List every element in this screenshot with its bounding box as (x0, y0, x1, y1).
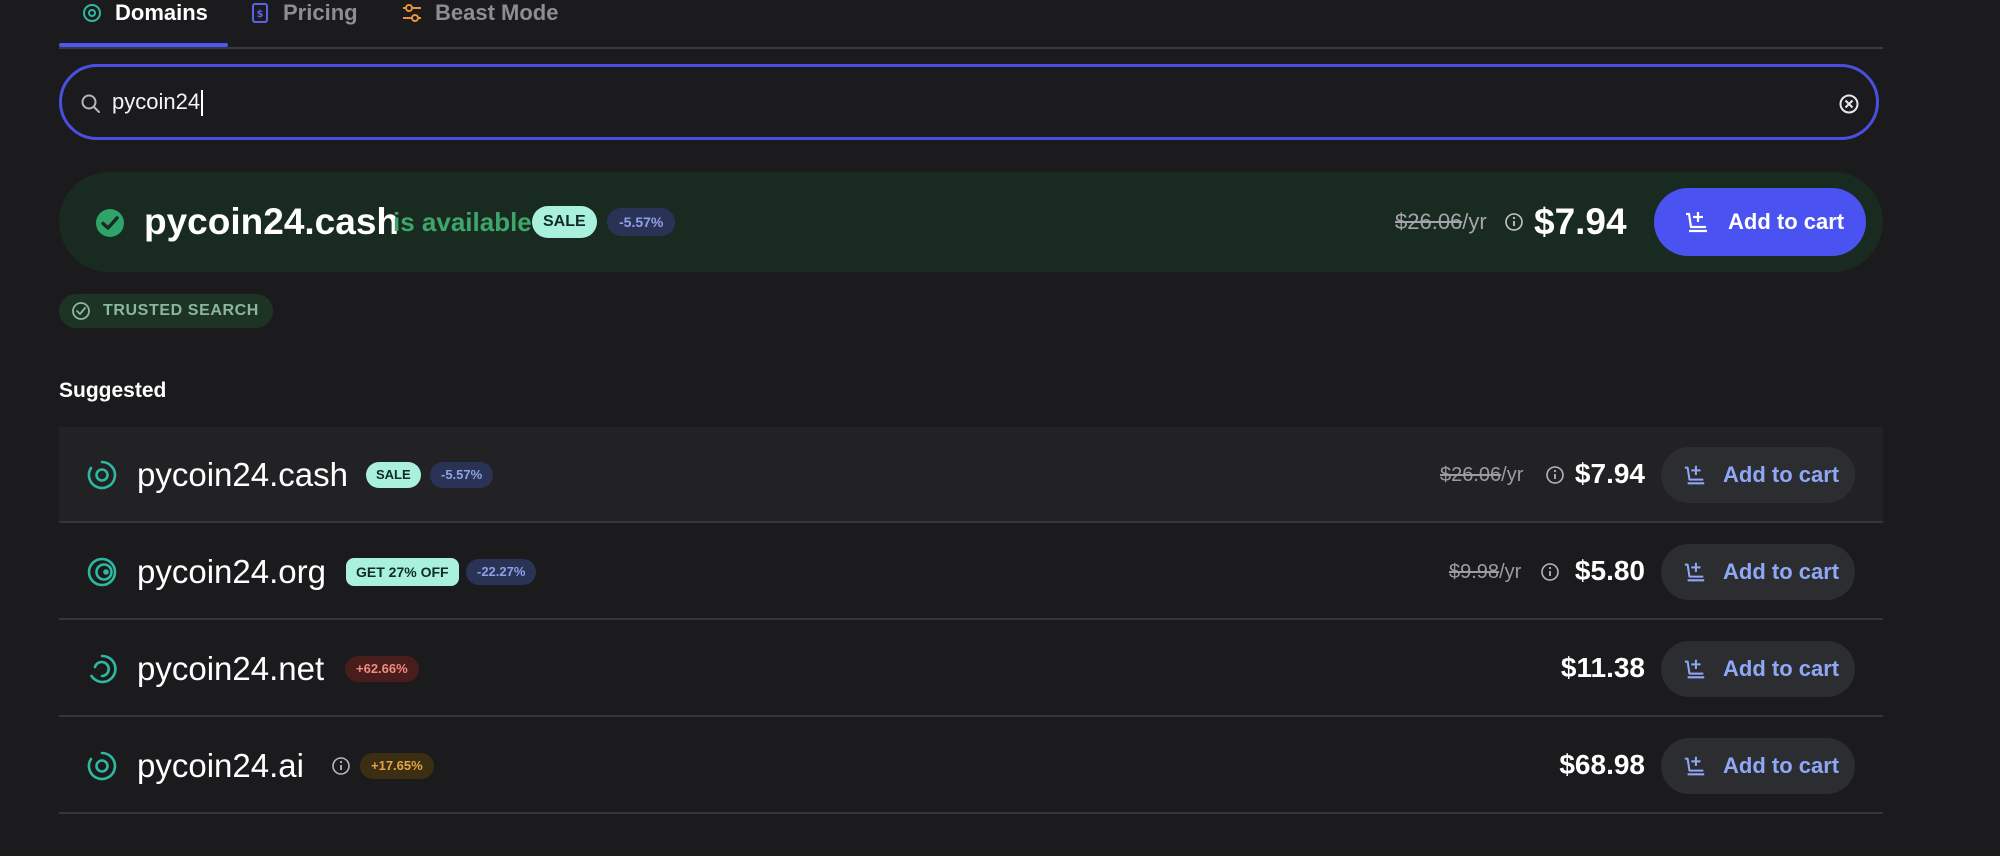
available-domain-name: pycoin24.cash (144, 201, 400, 242)
available-domain-result: pycoin24.cash is available SALE -5.57% $… (59, 172, 1883, 272)
add-to-cart-label: Add to cart (1723, 656, 1840, 681)
target-icon (81, 2, 103, 24)
tab-pricing[interactable]: $ Pricing (249, 0, 358, 26)
check-circle-icon (95, 208, 125, 238)
add-to-cart-button[interactable]: Add to cart (1661, 544, 1855, 600)
tab-domains[interactable]: Domains (81, 0, 208, 26)
price-change-badge: -5.57% (607, 208, 676, 236)
tab-label: Domains (115, 0, 208, 25)
add-to-cart-label: Add to cart (1723, 559, 1840, 584)
suggested-heading: Suggested (59, 379, 167, 402)
domain-ring-icon (87, 751, 117, 781)
suggestion-domain: pycoin24.org (137, 553, 326, 590)
info-icon[interactable] (1545, 465, 1565, 485)
sale-badge: SALE (532, 206, 597, 238)
search-icon (80, 93, 102, 115)
regular-price: $26.06/yr (1395, 209, 1487, 234)
price-tag-icon: $ (249, 2, 271, 24)
trusted-search-label: TRUSTED SEARCH (103, 302, 259, 319)
price-change-badge: +62.66% (345, 656, 419, 682)
search-value: pycoin24 (112, 87, 204, 117)
domain-spiral-icon (87, 654, 117, 684)
tab-bar: Domains $ Pricing Beast Mode (59, 0, 1883, 49)
offer-badge: GET 27% OFF (346, 558, 459, 586)
shield-check-icon (71, 301, 91, 321)
suggestion-row[interactable]: pycoin24.ai +17.65% $68.98 Add to cart (59, 718, 1883, 814)
price-change-badge: -5.57% (430, 462, 494, 488)
regular-price: $26.06/yr (1440, 464, 1524, 486)
add-to-cart-button[interactable]: Add to cart (1661, 641, 1855, 697)
sale-price: $5.80 (1574, 555, 1645, 586)
suggestion-row[interactable]: pycoin24.cash SALE -5.57% $26.06/yr $7.9… (59, 427, 1883, 523)
tab-label: Beast Mode (435, 0, 559, 25)
active-tab-indicator (59, 43, 228, 47)
price: $11.38 (1560, 652, 1645, 683)
domain-ring-icon (87, 460, 117, 490)
sale-price: $7.94 (1534, 201, 1627, 242)
info-icon[interactable] (1540, 562, 1560, 582)
cart-add-icon (1683, 657, 1707, 681)
price-change-badge: +17.65% (360, 753, 434, 779)
suggestion-domain: pycoin24.net (137, 650, 325, 687)
availability-status: is available (393, 207, 532, 237)
tab-label: Pricing (283, 0, 358, 25)
tab-beast-mode[interactable]: Beast Mode (401, 0, 558, 26)
sale-price: $7.94 (1574, 458, 1645, 489)
domain-search-panel: Domains $ Pricing Beast Mode pycoin24 py… (59, 0, 1883, 856)
suggestion-domain: pycoin24.cash (137, 456, 348, 493)
suggestion-row[interactable]: pycoin24.net +62.66% $11.38 Add to cart (59, 621, 1883, 717)
text-caret (201, 90, 204, 117)
info-icon[interactable] (1504, 212, 1524, 232)
add-to-cart-button[interactable]: Add to cart (1654, 188, 1866, 256)
sliders-icon (401, 2, 423, 24)
cart-add-icon (1683, 463, 1707, 487)
domain-swirl-icon (87, 557, 117, 587)
price-change-badge: -22.27% (466, 559, 537, 585)
clear-search-icon[interactable] (1838, 93, 1860, 115)
add-to-cart-button[interactable]: Add to cart (1661, 738, 1855, 794)
add-to-cart-label: Add to cart (1723, 753, 1840, 778)
regular-price: $9.98/yr (1449, 561, 1522, 583)
domain-search-input[interactable]: pycoin24 (59, 64, 1879, 140)
add-to-cart-button[interactable]: Add to cart (1661, 447, 1855, 503)
price: $68.98 (1559, 749, 1645, 780)
svg-text:$: $ (257, 9, 264, 20)
cart-add-icon (1683, 754, 1707, 778)
suggestion-domain: pycoin24.ai (137, 747, 304, 784)
add-to-cart-label: Add to cart (1728, 209, 1845, 234)
sale-badge: SALE (366, 462, 421, 488)
add-to-cart-label: Add to cart (1723, 462, 1840, 487)
info-icon[interactable] (331, 756, 351, 776)
trusted-search-badge: TRUSTED SEARCH (59, 294, 273, 328)
cart-add-icon (1684, 209, 1710, 235)
suggestion-row[interactable]: pycoin24.org GET 27% OFF -22.27% $9.98/y… (59, 524, 1883, 620)
cart-add-icon (1683, 560, 1707, 584)
